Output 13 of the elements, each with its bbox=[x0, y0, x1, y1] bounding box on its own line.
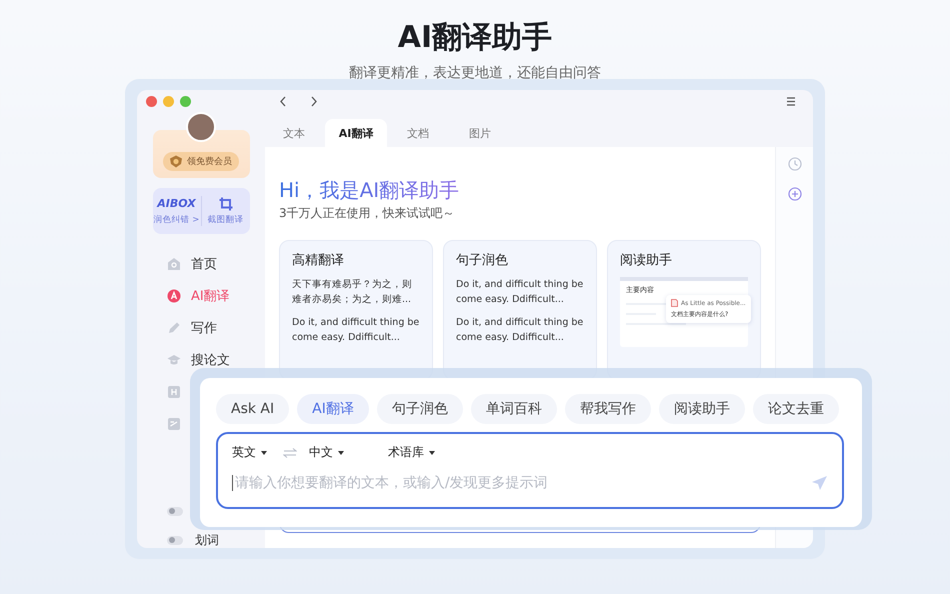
card-text: Do it, and difficult thing be come easy. Ddifficult... bbox=[456, 278, 584, 307]
greeting-subtitle: 3千万人正在使用，快来试试吧～ bbox=[279, 205, 456, 222]
card-text: Do it, and difficult thing be come easy. Ddifficult... bbox=[456, 316, 584, 345]
greeting-title: Hi，我是AI翻译助手 bbox=[279, 177, 460, 203]
aibox-logo: AIBOX bbox=[157, 196, 196, 210]
card-text: 天下事有难易乎？为之，则难者亦易矣；为之，则难... bbox=[292, 278, 413, 307]
card-title: 句子润色 bbox=[456, 252, 509, 269]
page-title: AI翻译助手 bbox=[396, 19, 554, 57]
card-title: 高精翻译 bbox=[292, 252, 345, 269]
card-title: 阅读助手 bbox=[620, 252, 673, 269]
card-text: Do it, and difficult thing be come easy. Ddifficult... bbox=[292, 316, 420, 345]
toggle-label: 划词 bbox=[195, 532, 219, 548]
page-subtitle: 翻译更精准，表达更地道，还能自由问答 bbox=[348, 64, 602, 82]
